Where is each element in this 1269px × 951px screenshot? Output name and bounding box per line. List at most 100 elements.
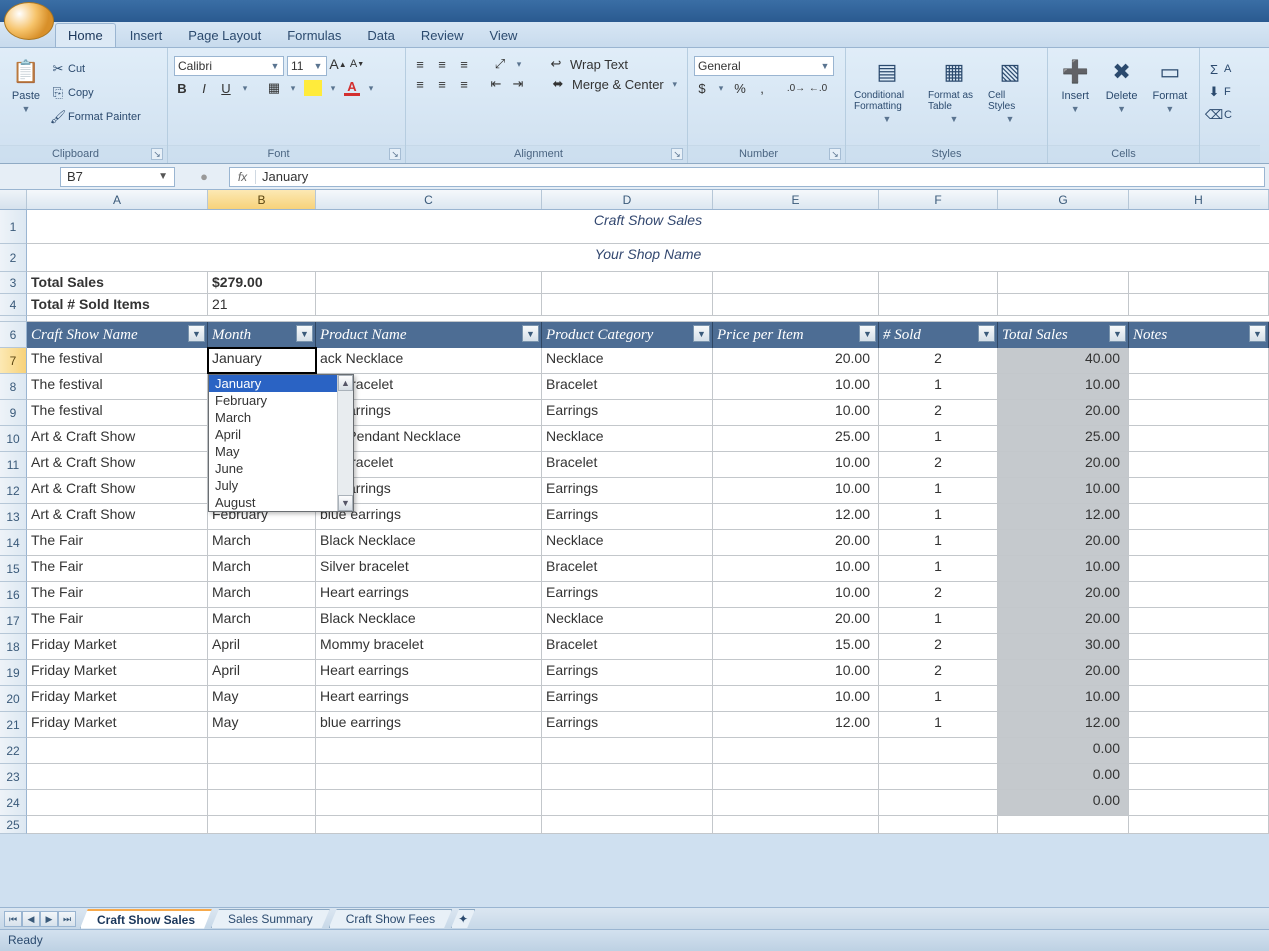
cell[interactable]: 2 <box>879 348 998 373</box>
dropdown-option[interactable]: August <box>209 494 353 511</box>
dialog-launcher-icon[interactable]: ↘ <box>389 148 401 160</box>
cell[interactable]: 12.00 <box>713 504 879 529</box>
cell[interactable]: 0.00 <box>998 790 1129 815</box>
cell[interactable]: 12.00 <box>998 504 1129 529</box>
cell[interactable]: 1 <box>879 374 998 399</box>
cell[interactable]: 10.00 <box>713 556 879 581</box>
cell[interactable]: $279.00 <box>208 272 316 293</box>
cell[interactable] <box>713 764 879 789</box>
cell[interactable]: Art & Craft Show <box>27 452 208 477</box>
row-header[interactable]: 21 <box>0 712 27 738</box>
cell[interactable]: 1 <box>879 712 998 737</box>
cell[interactable]: 10.00 <box>998 686 1129 711</box>
filter-button[interactable]: ▼ <box>1109 325 1126 342</box>
tab-insert[interactable]: Insert <box>118 24 175 47</box>
table-header[interactable]: # Sold▼ <box>879 322 998 348</box>
cell[interactable] <box>542 816 713 833</box>
row-header[interactable]: 3 <box>0 272 27 294</box>
cell[interactable]: 10.00 <box>713 582 879 607</box>
cell[interactable]: 10.00 <box>713 478 879 503</box>
cell[interactable] <box>208 790 316 815</box>
cell[interactable]: The Fair <box>27 608 208 633</box>
cell[interactable]: Black Necklace <box>316 530 542 555</box>
cell[interactable]: March <box>208 530 316 555</box>
insert-cells-button[interactable]: ➕Insert▼ <box>1054 52 1096 118</box>
align-middle-icon[interactable]: ≡ <box>434 56 450 72</box>
cell[interactable]: 2 <box>879 452 998 477</box>
cell[interactable]: 12.00 <box>998 712 1129 737</box>
cell[interactable]: Friday Market <box>27 660 208 685</box>
italic-button[interactable]: I <box>196 80 212 96</box>
cell[interactable]: Friday Market <box>27 634 208 659</box>
font-size-combo[interactable]: 11▼ <box>287 56 327 76</box>
conditional-formatting-button[interactable]: ▤Conditional Formatting▼ <box>852 52 922 128</box>
cell[interactable] <box>1129 348 1269 373</box>
cell[interactable]: Heart earrings <box>316 686 542 711</box>
dialog-launcher-icon[interactable]: ↘ <box>671 148 683 160</box>
cell[interactable] <box>1129 294 1269 315</box>
cell[interactable]: 2 <box>879 400 998 425</box>
filter-button[interactable]: ▼ <box>693 325 710 342</box>
dropdown-option[interactable]: January <box>209 375 353 392</box>
col-header[interactable]: F <box>879 190 998 209</box>
borders-button[interactable]: ▦ <box>266 80 282 96</box>
row-header[interactable]: 2 <box>0 244 27 272</box>
new-sheet-button[interactable]: ✦ <box>451 909 475 928</box>
cell[interactable]: March <box>208 608 316 633</box>
cell[interactable] <box>998 816 1129 833</box>
comma-button[interactable]: , <box>754 80 770 96</box>
tab-view[interactable]: View <box>478 24 530 47</box>
row-header[interactable]: 17 <box>0 608 27 634</box>
tab-home[interactable]: Home <box>55 23 116 47</box>
validation-dropdown[interactable]: JanuaryFebruaryMarchAprilMayJuneJulyAugu… <box>208 374 354 512</box>
dropdown-option[interactable]: March <box>209 409 353 426</box>
dropdown-option[interactable]: February <box>209 392 353 409</box>
cell[interactable]: 1 <box>879 426 998 451</box>
cell[interactable]: 20.00 <box>713 608 879 633</box>
sheet-tab[interactable]: Craft Show Fees <box>329 909 452 928</box>
col-header[interactable]: G <box>998 190 1129 209</box>
cell[interactable] <box>879 816 998 833</box>
cell[interactable] <box>1129 634 1269 659</box>
cell[interactable]: Earrings <box>542 504 713 529</box>
tab-page-layout[interactable]: Page Layout <box>176 24 273 47</box>
row-header[interactable]: 13 <box>0 504 27 530</box>
cell[interactable]: Necklace <box>542 348 713 373</box>
cell[interactable]: 20.00 <box>713 530 879 555</box>
cell[interactable]: Friday Market <box>27 712 208 737</box>
cell[interactable]: 0.00 <box>998 764 1129 789</box>
first-sheet-button[interactable]: ⏮ <box>4 911 22 927</box>
dropdown-option[interactable]: April <box>209 426 353 443</box>
format-painter-button[interactable]: 🖌Format Painter <box>50 106 141 128</box>
table-header[interactable]: Price per Item▼ <box>713 322 879 348</box>
cell[interactable] <box>1129 790 1269 815</box>
dropdown-option[interactable]: May <box>209 443 353 460</box>
cell[interactable]: The Fair <box>27 556 208 581</box>
cell[interactable] <box>542 738 713 763</box>
cell[interactable]: 2 <box>879 582 998 607</box>
row-header[interactable]: 20 <box>0 686 27 712</box>
cell[interactable]: 40.00 <box>998 348 1129 373</box>
col-header[interactable]: A <box>27 190 208 209</box>
cell[interactable] <box>27 738 208 763</box>
cell[interactable] <box>998 294 1129 315</box>
copy-button[interactable]: ⎘Copy <box>50 82 141 104</box>
format-as-table-button[interactable]: ▦Format as Table▼ <box>926 52 982 128</box>
table-header[interactable]: Notes▼ <box>1129 322 1269 348</box>
cell[interactable] <box>713 272 879 293</box>
cell[interactable]: Earrings <box>542 660 713 685</box>
cell[interactable] <box>879 790 998 815</box>
dropdown-option[interactable]: July <box>209 477 353 494</box>
table-header[interactable]: Product Category▼ <box>542 322 713 348</box>
cell[interactable] <box>1129 272 1269 293</box>
cell[interactable]: blue earrings <box>316 712 542 737</box>
sheet-tab-active[interactable]: Craft Show Sales <box>80 909 212 929</box>
fill-color-button[interactable] <box>304 80 322 96</box>
tab-formulas[interactable]: Formulas <box>275 24 353 47</box>
cell[interactable]: 0.00 <box>998 738 1129 763</box>
font-color-button[interactable]: A <box>344 80 360 96</box>
dropdown-option[interactable]: June <box>209 460 353 477</box>
merge-center-button[interactable]: Merge & Center <box>572 77 664 92</box>
align-center-icon[interactable]: ≡ <box>434 76 450 92</box>
row-header[interactable]: 24 <box>0 790 27 816</box>
